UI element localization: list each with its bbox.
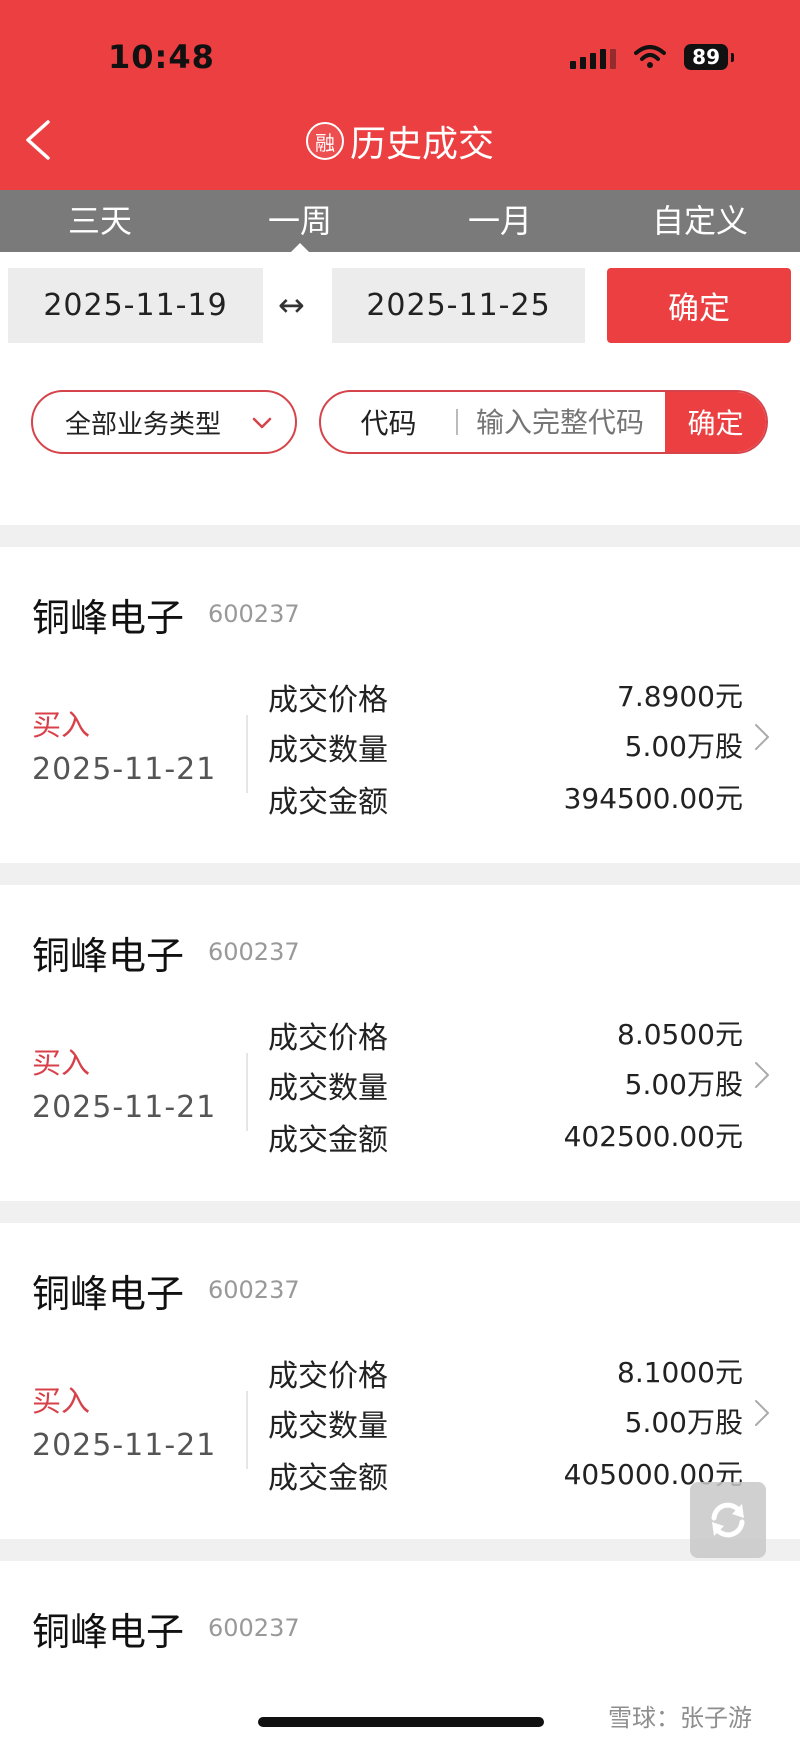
code-input[interactable] xyxy=(458,405,668,439)
stock-code: 600237 xyxy=(208,1276,300,1304)
trade-date: 2025-11-21 xyxy=(32,1428,217,1463)
tab-three-days[interactable]: 三天 xyxy=(0,190,200,252)
stock-name: 铜峰电子 xyxy=(32,596,185,640)
confirm-date-button[interactable]: 确定 xyxy=(607,268,791,343)
wifi-icon xyxy=(634,45,667,68)
margin-badge-icon: 融 xyxy=(305,122,344,160)
card-divider xyxy=(246,1053,248,1131)
qty-value: 5.00万股 xyxy=(624,1068,743,1101)
chevron-right-icon xyxy=(755,1400,769,1426)
price-label: 成交价格 xyxy=(268,683,388,718)
trade-card[interactable]: 铜峰电子 600237 买入 2025-11-21 成交价格 8.1000元 成… xyxy=(0,1223,800,1539)
stock-name: 铜峰电子 xyxy=(32,1272,185,1316)
page-title-text: 历史成交 xyxy=(349,124,494,165)
trade-side: 买入 xyxy=(32,1384,91,1418)
trade-side: 买入 xyxy=(32,1046,91,1080)
amount-row: 成交金额 405000.00元 xyxy=(268,1453,743,1497)
chevron-down-icon xyxy=(252,417,272,429)
card-divider xyxy=(246,1391,248,1469)
chevron-right-icon xyxy=(755,1062,769,1088)
price-row: 成交价格 7.8900元 xyxy=(268,675,743,719)
price-value: 8.0500元 xyxy=(617,1018,743,1051)
stock-code: 600237 xyxy=(208,1614,300,1642)
price-value: 8.1000元 xyxy=(617,1356,743,1389)
period-tabs: 三天 一周 一月 自定义 xyxy=(0,190,800,252)
trade-date: 2025-11-21 xyxy=(32,1090,217,1125)
code-confirm-button[interactable]: 确定 xyxy=(665,392,766,452)
stock-code: 600237 xyxy=(208,600,300,628)
start-date-field[interactable]: 2025-11-19 xyxy=(8,268,263,343)
trade-card[interactable]: 铜峰电子 600237 买入 2025-11-21 成交价格 8.0500元 成… xyxy=(0,885,800,1201)
chevron-right-icon xyxy=(755,724,769,750)
cellular-signal-icon xyxy=(570,45,617,69)
qty-row: 成交数量 5.00万股 xyxy=(268,725,743,769)
status-time: 10:48 xyxy=(108,38,215,76)
price-value: 7.8900元 xyxy=(617,680,743,713)
business-type-label: 全部业务类型 xyxy=(65,409,222,440)
amount-label: 成交金额 xyxy=(268,1461,388,1496)
qty-row: 成交数量 5.00万股 xyxy=(268,1401,743,1445)
end-date-field[interactable]: 2025-11-25 xyxy=(332,268,585,343)
section-divider xyxy=(0,1201,800,1223)
tab-custom[interactable]: 自定义 xyxy=(600,190,800,252)
amount-value: 394500.00元 xyxy=(563,782,743,815)
home-indicator[interactable] xyxy=(258,1717,544,1727)
price-label: 成交价格 xyxy=(268,1021,388,1056)
qty-label: 成交数量 xyxy=(268,1071,388,1106)
qty-row: 成交数量 5.00万股 xyxy=(268,1063,743,1107)
tab-one-week[interactable]: 一周 xyxy=(200,190,400,252)
stock-code: 600237 xyxy=(208,938,300,966)
stock-name: 铜峰电子 xyxy=(32,1610,185,1654)
amount-label: 成交金额 xyxy=(268,785,388,820)
card-divider xyxy=(246,715,248,793)
section-divider xyxy=(0,525,800,547)
qty-label: 成交数量 xyxy=(268,1409,388,1444)
section-divider xyxy=(0,863,800,885)
code-label: 代码 xyxy=(360,407,417,440)
trade-side: 买入 xyxy=(32,708,91,742)
section-divider xyxy=(0,1539,800,1561)
stock-name: 铜峰电子 xyxy=(32,934,185,978)
code-search-box: 代码 确定 xyxy=(319,390,768,454)
amount-value: 402500.00元 xyxy=(563,1120,743,1153)
qty-label: 成交数量 xyxy=(268,733,388,768)
status-icons: 89 xyxy=(570,44,734,70)
battery-icon: 89 xyxy=(684,44,734,70)
price-label: 成交价格 xyxy=(268,1359,388,1394)
trade-card[interactable]: 铜峰电子 600237 买入 2025-11-21 成交价格 7.8900元 成… xyxy=(0,547,800,863)
qty-value: 5.00万股 xyxy=(624,1406,743,1439)
trade-date: 2025-11-21 xyxy=(32,752,217,787)
price-row: 成交价格 8.0500元 xyxy=(268,1013,743,1057)
amount-row: 成交金额 394500.00元 xyxy=(268,777,743,821)
page-title: 融 历史成交 xyxy=(0,115,800,167)
app-header: 10:48 89 融 历史成交 xyxy=(0,0,800,190)
amount-row: 成交金额 402500.00元 xyxy=(268,1115,743,1159)
refresh-button[interactable] xyxy=(690,1482,766,1558)
amount-label: 成交金额 xyxy=(268,1123,388,1158)
date-range-arrow-icon: ↔ xyxy=(278,286,305,324)
qty-value: 5.00万股 xyxy=(624,730,743,763)
tab-one-month[interactable]: 一月 xyxy=(400,190,600,252)
watermark: 雪球：张子游 xyxy=(608,1704,752,1732)
price-row: 成交价格 8.1000元 xyxy=(268,1351,743,1395)
business-type-select[interactable]: 全部业务类型 xyxy=(31,390,297,454)
refresh-icon xyxy=(711,1502,745,1538)
